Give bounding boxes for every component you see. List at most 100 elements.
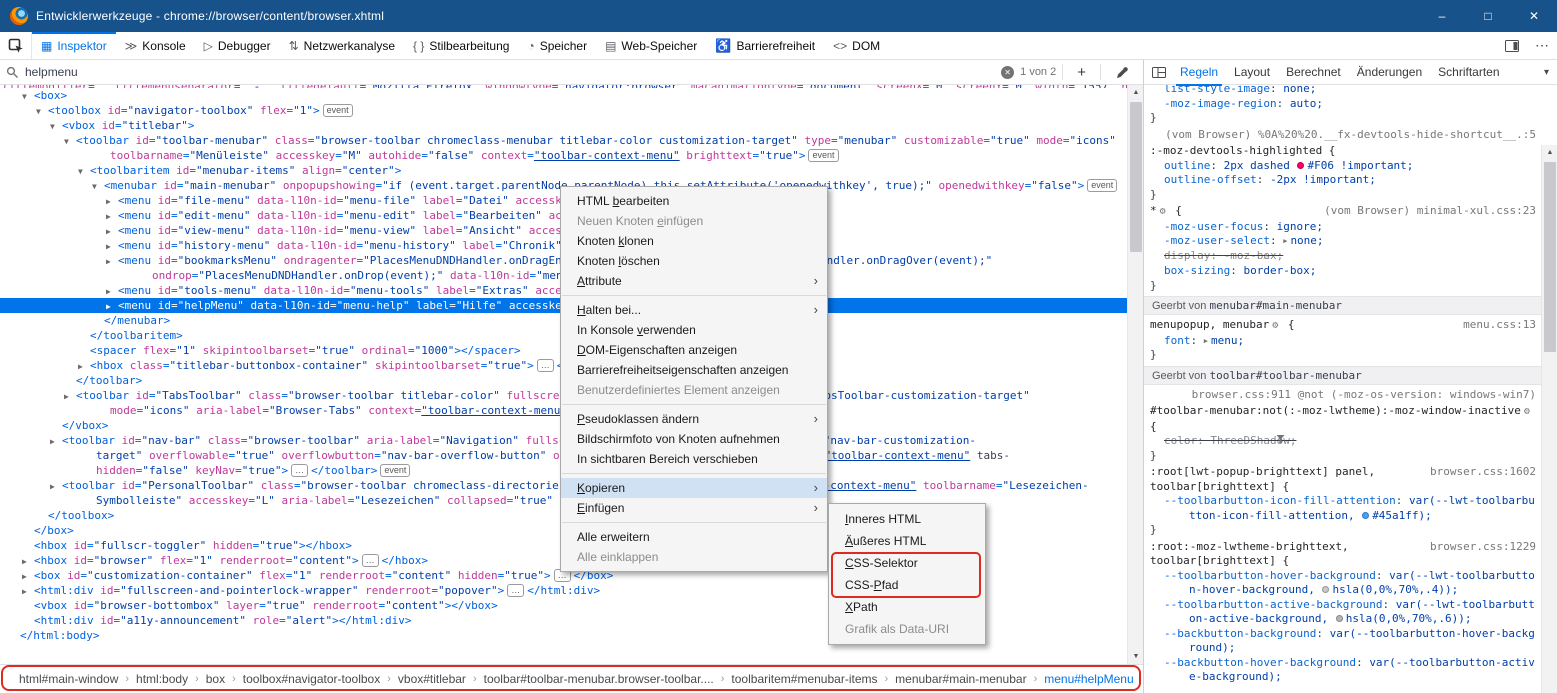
tab-styleeditor[interactable]: { }Stilbearbeitung — [404, 32, 518, 59]
minimize-button[interactable]: – — [1419, 0, 1465, 32]
scroll-up-button[interactable]: ▲ — [1542, 145, 1557, 160]
expand-arrow-icon[interactable]: ▶ — [1283, 237, 1287, 245]
tab-memory[interactable]: ◔Speicher — [518, 32, 596, 59]
scroll-up-button[interactable]: ▲ — [1128, 85, 1144, 100]
css-declaration[interactable]: outline-offset: -2px !important; — [1144, 173, 1542, 188]
css-declaration[interactable]: -moz-image-region: auto; — [1144, 97, 1542, 112]
menu-item-edit-html[interactable]: HTML bearbeiten — [561, 191, 827, 211]
tab-inspector[interactable]: ▦Inspektor — [32, 32, 116, 59]
show-more-badge[interactable]: … — [507, 584, 524, 597]
breadcrumb-item[interactable]: toolbar#toolbar-menubar.browser-toolbar.… — [477, 672, 721, 686]
expand-twisty-icon[interactable]: ▶ — [106, 224, 118, 238]
sidebar-tab-schriftarten[interactable]: Schriftarten — [1430, 60, 1507, 85]
add-node-button[interactable]: + — [1069, 64, 1094, 81]
expand-twisty-icon[interactable]: ▶ — [106, 254, 118, 268]
css-declaration[interactable]: --toolbarbutton-icon-fill-attention: var… — [1144, 494, 1542, 523]
css-declaration[interactable]: --backbutton-background: var(--toolbarbu… — [1144, 627, 1542, 656]
rule-source-link[interactable]: browser.css:1602 — [1430, 465, 1536, 480]
scrollbar-thumb[interactable] — [1544, 162, 1556, 352]
tab-dom[interactable]: <>DOM — [824, 32, 889, 59]
menu-item-paste[interactable]: Einfügen› — [561, 498, 827, 518]
css-declaration[interactable]: --toolbarbutton-active-background: var(-… — [1144, 598, 1542, 627]
menu-item-inner-html[interactable]: Inneres HTML — [829, 508, 985, 530]
maximize-button[interactable]: □ — [1465, 0, 1511, 32]
menu-item-scroll-into-view[interactable]: In sichtbaren Bereich verschieben — [561, 449, 827, 469]
menu-item-use-in-console[interactable]: In Konsole verwenden — [561, 320, 827, 340]
menu-item-show-dom-properties[interactable]: DOM-Eigenschaften anzeigen — [561, 340, 827, 360]
three-pane-toggle-button[interactable] — [1146, 67, 1172, 78]
markup-row[interactable]: ▼<toolbox id="navigator-toolbox" flex="1… — [0, 103, 1127, 118]
eyedropper-button[interactable] — [1107, 66, 1137, 79]
css-declaration[interactable]: outline: 2px dashed #F06 !important; — [1144, 159, 1542, 174]
rule-source-link[interactable]: (vom Browser) minimal-xul.css:23 — [1324, 204, 1536, 219]
markup-row[interactable]: ▼<box> — [0, 88, 1127, 103]
show-more-badge[interactable]: … — [362, 554, 379, 567]
show-more-badge[interactable]: … — [291, 464, 308, 477]
expand-twisty-icon[interactable]: ▶ — [78, 359, 90, 373]
scrollbar-thumb[interactable] — [1130, 102, 1142, 252]
markup-row[interactable]: ▼<vbox id="titlebar"> — [0, 118, 1127, 133]
rule-source-link[interactable]: browser.css:911 @not (-moz-os-version: w… — [1144, 388, 1542, 403]
breadcrumb-item[interactable]: box — [199, 672, 232, 686]
expand-twisty-icon[interactable]: ▶ — [106, 284, 118, 298]
menu-item-show-custom-element[interactable]: Benutzerdefiniertes Element anzeigen — [561, 380, 827, 400]
css-declaration[interactable]: --toolbarbutton-hover-background: var(--… — [1144, 569, 1542, 598]
menu-item-insert-node[interactable]: Neuen Knoten einfügen — [561, 211, 827, 231]
css-declaration[interactable]: list-style-image: none; — [1144, 85, 1542, 97]
sidebar-tab-berechnet[interactable]: Berechnet — [1278, 60, 1349, 85]
tab-accessibility[interactable]: ♿Barrierefreiheit — [706, 32, 824, 59]
tab-debugger[interactable]: ▷Debugger — [195, 32, 280, 59]
clear-search-button[interactable]: ✕ — [1001, 66, 1014, 79]
badge-event[interactable]: event — [380, 464, 410, 477]
collapse-twisty-icon[interactable]: ▼ — [64, 134, 76, 148]
menu-item-collapse-all[interactable]: Alle einklappen — [561, 547, 827, 567]
menu-item-show-a11y-properties[interactable]: Barrierefreiheitseigenschaften anzeigen — [561, 360, 827, 380]
css-declaration[interactable]: color: ThreeDShadow; — [1144, 434, 1542, 449]
rule-source-link[interactable]: (vom Browser) %0A%20%20.__fx-devtools-hi… — [1144, 128, 1542, 143]
expand-arrow-icon[interactable]: ▶ — [1204, 337, 1208, 345]
breadcrumb-item[interactable]: toolbox#navigator-toolbox — [236, 672, 387, 686]
menu-item-css-selector[interactable]: CSS-Selektor — [829, 552, 985, 574]
breadcrumb-item-selected[interactable]: menu#helpMenu — [1037, 672, 1140, 686]
expand-twisty-icon[interactable]: ▶ — [22, 569, 34, 583]
search-input[interactable] — [25, 65, 995, 79]
expand-twisty-icon[interactable]: ▶ — [106, 299, 118, 313]
menu-item-change-pseudoclass[interactable]: Pseudoklassen ändern› — [561, 409, 827, 429]
node-picker-button[interactable] — [0, 32, 32, 59]
breadcrumb-item[interactable]: html#main-window — [12, 672, 125, 686]
rule-source-link[interactable]: menu.css:13 — [1463, 318, 1536, 333]
markup-row[interactable]: toolbarname="Menüleiste" accesskey="M" a… — [0, 148, 1127, 163]
menu-item-screenshot-node[interactable]: Bildschirmfoto von Knoten aufnehmen — [561, 429, 827, 449]
sidebar-tab-regeln[interactable]: Regeln — [1172, 60, 1226, 85]
expand-twisty-icon[interactable]: ▶ — [50, 434, 62, 448]
sidebar-tab-layout[interactable]: Layout — [1226, 60, 1278, 85]
color-swatch[interactable] — [1322, 586, 1329, 593]
menu-item-expand-all[interactable]: Alle erweitern — [561, 527, 827, 547]
expand-twisty-icon[interactable]: ▶ — [106, 209, 118, 223]
css-declaration[interactable]: -moz-user-select: ▶none; — [1144, 234, 1542, 249]
color-swatch[interactable] — [1336, 615, 1343, 622]
breadcrumb-item[interactable]: menubar#main-menubar — [888, 672, 1033, 686]
menu-item-clone-node[interactable]: Knoten klonen — [561, 231, 827, 251]
rule-source-link[interactable]: browser.css:1229 — [1430, 540, 1536, 555]
dock-side-button[interactable] — [1497, 32, 1527, 59]
expand-twisty-icon[interactable]: ▶ — [50, 479, 62, 493]
css-declaration[interactable]: box-sizing: border-box; — [1144, 264, 1542, 279]
markup-row[interactable]: ▼<toolbaritem id="menubar-items" align="… — [0, 163, 1127, 178]
close-button[interactable]: ✕ — [1511, 0, 1557, 32]
color-swatch[interactable] — [1362, 512, 1369, 519]
rules-scrollbar[interactable]: ▲ ▼ — [1541, 145, 1557, 693]
collapse-twisty-icon[interactable]: ▼ — [22, 89, 34, 103]
collapse-twisty-icon[interactable]: ▼ — [36, 104, 48, 118]
breadcrumb-item[interactable]: toolbaritem#menubar-items — [724, 672, 884, 686]
markup-scrollbar[interactable]: ▲ ▼ — [1127, 85, 1143, 664]
collapse-twisty-icon[interactable]: ▼ — [50, 119, 62, 133]
color-swatch[interactable] — [1297, 162, 1304, 169]
breadcrumb-item[interactable]: vbox#titlebar — [391, 672, 473, 686]
collapse-twisty-icon[interactable]: ▼ — [92, 179, 104, 193]
menu-item-css-path[interactable]: CSS-Pfad — [829, 574, 985, 596]
expand-twisty-icon[interactable]: ▶ — [22, 584, 34, 598]
menu-item-delete-node[interactable]: Knoten löschen — [561, 251, 827, 271]
menu-item-outer-html[interactable]: Äußeres HTML — [829, 530, 985, 552]
chevron-down-icon[interactable]: ▾ — [1538, 67, 1555, 78]
